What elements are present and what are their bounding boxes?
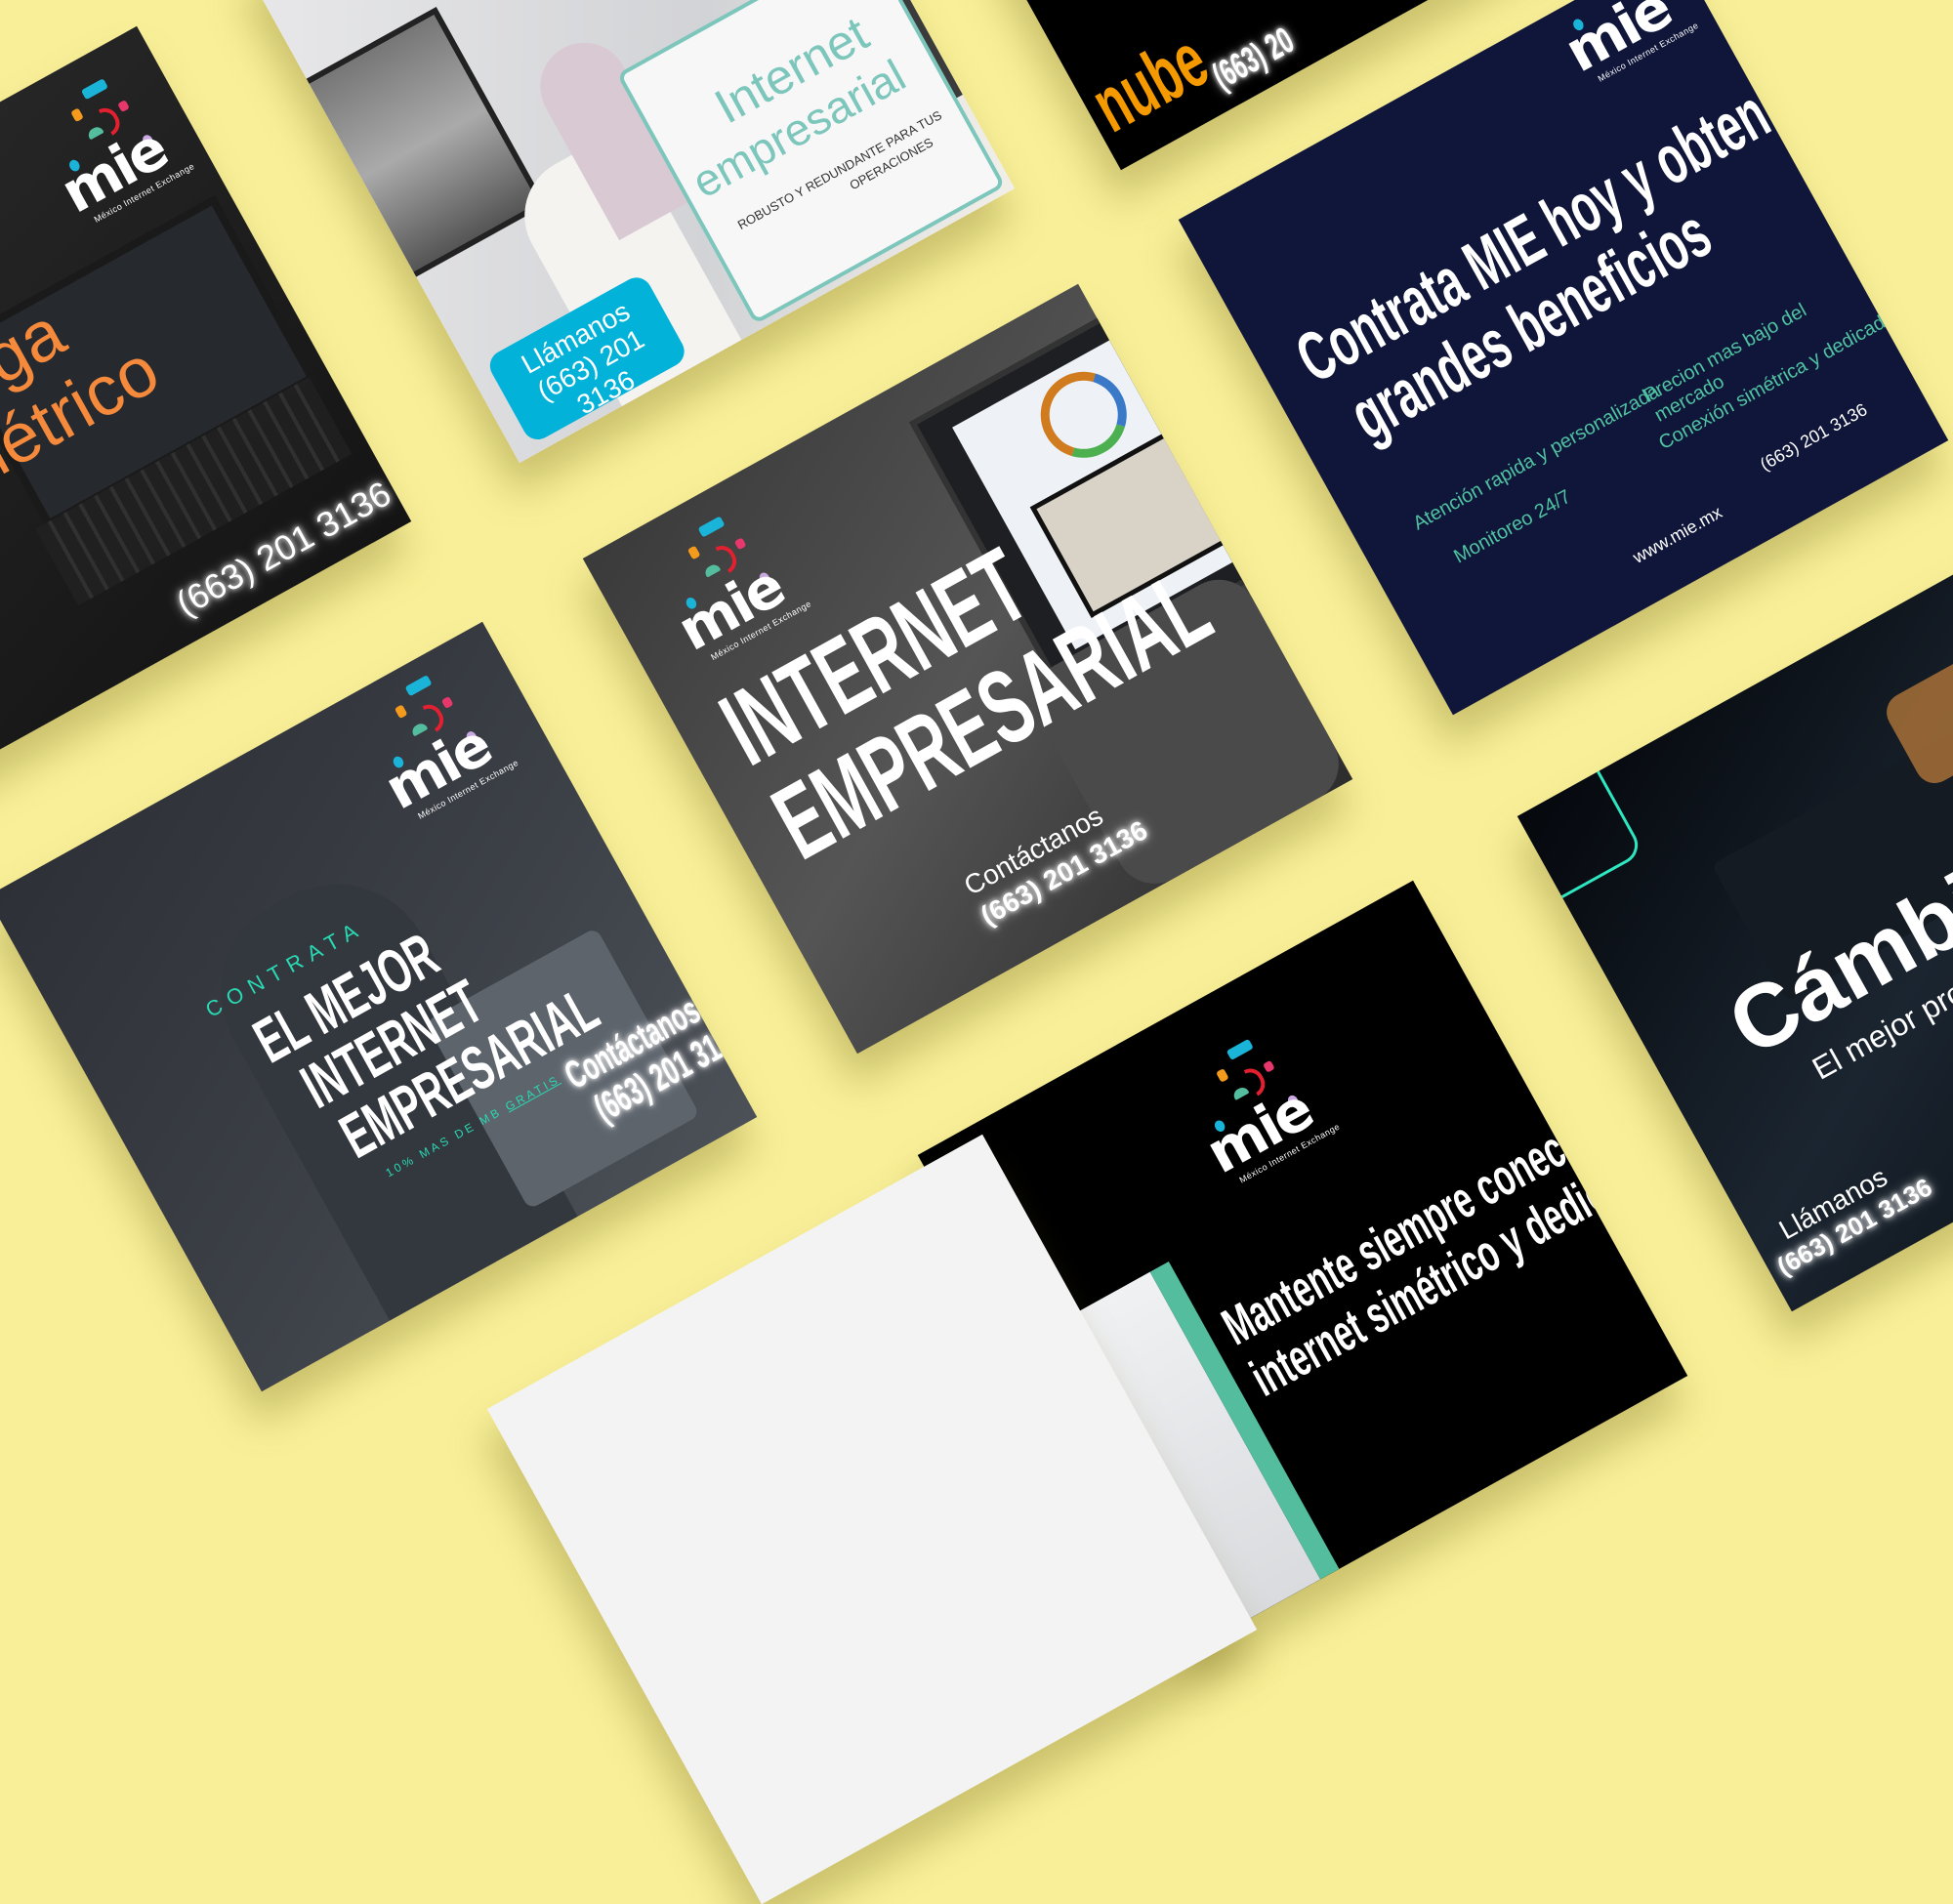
teal-frame-corner [1517, 736, 1645, 918]
ethernet-cables [1879, 609, 1953, 791]
ad-card-internet-empresarial: mie México Internet Exchange INTERNET EMP… [582, 283, 1353, 1055]
ad-card-el-mejor: mie México Internet Exchange CONTRATA EL … [0, 621, 758, 1392]
contrata-phone: (663) 201 3136 [1757, 399, 1871, 475]
nube-headline: nube [1077, 16, 1222, 148]
framed-picture [298, 6, 547, 282]
mie-logo: mie México Internet Exchange [15, 66, 196, 230]
mie-logo: mie México Internet Exchange [1518, 0, 1700, 89]
contrata-website[interactable]: www.mie.mx [1630, 502, 1726, 567]
mie-logo: mie México Internet Exchange [1160, 1026, 1342, 1190]
mie-logo: mie México Internet Exchange [338, 662, 520, 826]
nube-phone: (663) 20 [1205, 20, 1302, 98]
ad-card-contrata: mie México Internet Exchange Contrata MIE… [1178, 0, 1949, 716]
